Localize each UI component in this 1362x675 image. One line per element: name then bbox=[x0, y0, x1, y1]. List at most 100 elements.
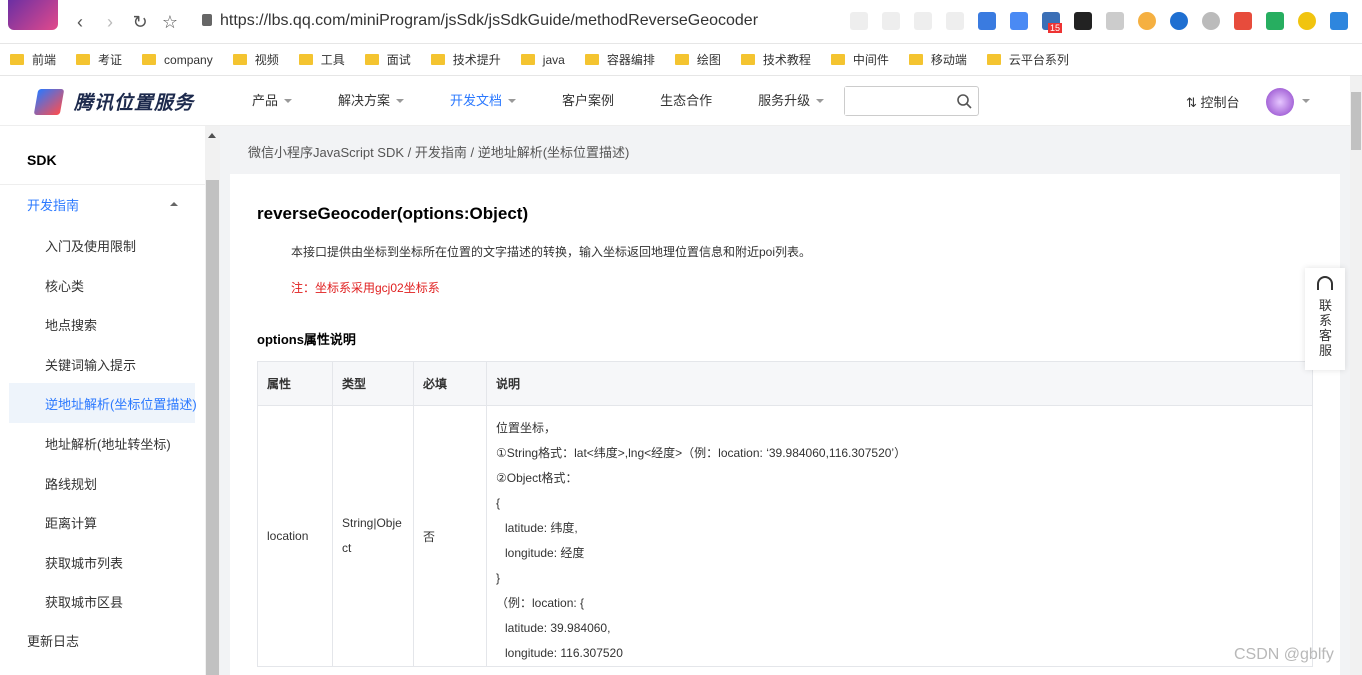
bookmark-item[interactable]: 考证 bbox=[76, 51, 122, 68]
chevron-down-icon bbox=[396, 99, 405, 103]
bookmark-item[interactable]: 工具 bbox=[298, 51, 345, 68]
sidebar-item-active[interactable]: 逆地址解析(坐标位置描述) bbox=[45, 394, 197, 413]
avatar[interactable] bbox=[1266, 88, 1294, 116]
sidebar-section-guide[interactable]: 开发指南 bbox=[27, 195, 79, 214]
bookmark-item[interactable]: 技术教程 bbox=[740, 51, 811, 68]
sidebar-item[interactable]: 地点搜索 bbox=[45, 315, 97, 334]
desc-line: （例：location: { bbox=[496, 596, 585, 610]
desc-line: { bbox=[496, 496, 501, 510]
folder-icon bbox=[298, 54, 313, 65]
chevron-up-icon[interactable] bbox=[170, 202, 178, 206]
ext-fe-icon[interactable] bbox=[1234, 12, 1252, 30]
top-nav: 产品 解决方案 开发文档 客户案例 生态合作 服务升级 bbox=[252, 76, 870, 126]
ext-google-translate-icon[interactable] bbox=[1010, 12, 1028, 30]
divider bbox=[0, 184, 205, 185]
page-scroll-thumb[interactable] bbox=[1351, 92, 1361, 150]
bookmark-item[interactable]: 绘图 bbox=[674, 51, 721, 68]
desc-line: ②Object格式： bbox=[496, 471, 578, 485]
desc-line: latitude: 39.984060, bbox=[505, 621, 611, 635]
ext-badge-icon[interactable]: 15 bbox=[1042, 12, 1063, 33]
reload-icon[interactable]: ↻ bbox=[130, 12, 150, 32]
site-logo[interactable]: 腾讯位置服务 bbox=[33, 88, 195, 115]
ext-grid-icon[interactable] bbox=[1266, 12, 1284, 30]
folder-icon bbox=[232, 54, 247, 65]
sidebar-item[interactable]: 入门及使用限制 bbox=[45, 236, 136, 255]
desc-line: ①String格式：lat<纬度>,lng<经度>（例：location: ‘3… bbox=[496, 446, 907, 460]
sidebar-item[interactable]: 核心类 bbox=[45, 276, 84, 295]
bookmark-item[interactable]: 前端 bbox=[10, 51, 56, 68]
table-header: 属性 bbox=[257, 361, 333, 406]
sidebar-section-changelog[interactable]: 更新日志 bbox=[27, 631, 79, 650]
bookmark-item[interactable]: java bbox=[520, 53, 565, 67]
folder-icon bbox=[584, 54, 599, 65]
desc-line: longitude: 116.307520 bbox=[505, 646, 623, 660]
ext-scissors-icon[interactable] bbox=[1330, 12, 1348, 30]
logo-icon bbox=[33, 88, 65, 115]
bookmark-star-icon[interactable] bbox=[914, 12, 932, 30]
desc-line: latitude: 纬度, bbox=[505, 521, 578, 535]
section-title: options属性说明 bbox=[257, 332, 356, 347]
nav-upgrade[interactable]: 服务升级 bbox=[758, 76, 825, 126]
console-link[interactable]: ⇅ 控制台 bbox=[1186, 92, 1240, 111]
sidebar-item[interactable]: 路线规划 bbox=[45, 474, 97, 493]
bookmark-item[interactable]: 中间件 bbox=[830, 51, 889, 68]
breadcrumb: 微信小程序JavaScript SDK / 开发指南 / 逆地址解析(坐标位置描… bbox=[248, 145, 630, 160]
nav-products[interactable]: 产品 bbox=[252, 76, 293, 126]
logo-text: 腾讯位置服务 bbox=[74, 93, 195, 114]
ext-smile-icon[interactable] bbox=[1202, 12, 1220, 30]
table-header: 类型 bbox=[332, 361, 414, 406]
star-icon[interactable]: ☆ bbox=[160, 12, 180, 32]
page-description: 本接口提供由坐标到坐标所在位置的文字描述的转换，输入坐标返回地理位置信息和附近p… bbox=[291, 245, 812, 259]
contact-service[interactable]: 联系客服 bbox=[1305, 268, 1345, 370]
nav-docs[interactable]: 开发文档 bbox=[450, 76, 517, 126]
bookmark-item[interactable]: 技术提升 bbox=[430, 51, 501, 68]
sidebar-item[interactable]: 地址解析(地址转坐标) bbox=[45, 434, 171, 453]
zoom-icon[interactable] bbox=[882, 12, 900, 30]
chevron-down-icon bbox=[816, 99, 825, 103]
nav-cases[interactable]: 客户案例 bbox=[562, 76, 614, 126]
folder-icon bbox=[740, 54, 755, 65]
cell-desc: 位置坐标， ①String格式：lat<纬度>,lng<经度>（例：locati… bbox=[486, 405, 1313, 667]
forward-icon[interactable]: › bbox=[100, 12, 120, 32]
back-icon[interactable]: ‹ bbox=[70, 12, 90, 32]
folder-icon bbox=[10, 54, 24, 65]
coordinate-note: 注：坐标系采用gcj02坐标系 bbox=[291, 281, 440, 295]
bookmark-item[interactable]: company bbox=[142, 53, 213, 67]
ext-dark-icon[interactable] bbox=[1074, 12, 1092, 30]
folder-icon bbox=[364, 54, 379, 65]
service-label: 联系客服 bbox=[1319, 298, 1333, 358]
tab-favicon[interactable] bbox=[8, 0, 58, 30]
ext-face-icon[interactable] bbox=[1138, 12, 1156, 30]
ext-globe-icon[interactable] bbox=[1170, 12, 1188, 30]
bookmark-item[interactable]: 视频 bbox=[232, 51, 279, 68]
sidebar-item[interactable]: 关键词输入提示 bbox=[45, 355, 136, 374]
sliders-icon: ⇅ bbox=[1186, 95, 1201, 110]
sidebar-scroll-thumb[interactable] bbox=[206, 180, 219, 675]
ext-translate-icon[interactable] bbox=[978, 12, 996, 30]
sidebar-item[interactable]: 获取城市列表 bbox=[45, 553, 123, 572]
page-scrollbar[interactable] bbox=[1350, 76, 1362, 675]
bookmark-item[interactable]: 移动端 bbox=[908, 51, 967, 68]
folder-icon bbox=[142, 54, 157, 65]
chevron-down-icon[interactable] bbox=[946, 12, 964, 30]
qr-icon[interactable] bbox=[850, 12, 868, 30]
nav-ecosystem[interactable]: 生态合作 bbox=[660, 76, 712, 126]
bookmark-item[interactable]: 云平台系列 bbox=[986, 51, 1069, 68]
headset-icon bbox=[1317, 276, 1333, 290]
ext-a-icon[interactable] bbox=[1106, 12, 1124, 30]
folder-icon bbox=[430, 54, 445, 65]
nav-solutions[interactable]: 解决方案 bbox=[338, 76, 405, 126]
bookmark-item[interactable]: 容器编排 bbox=[584, 51, 655, 68]
url-bar[interactable]: https://lbs.qq.com/miniProgram/jsSdk/jsS… bbox=[202, 12, 758, 30]
sidebar-item[interactable]: 距离计算 bbox=[45, 513, 97, 532]
chevron-down-icon[interactable] bbox=[1302, 99, 1310, 103]
site-search bbox=[844, 86, 979, 116]
table-header-row: 属性 类型 必填 说明 bbox=[257, 361, 1313, 406]
sidebar-item[interactable]: 获取城市区县 bbox=[45, 592, 123, 611]
scroll-up-icon[interactable] bbox=[208, 133, 216, 138]
search-input[interactable] bbox=[845, 87, 955, 115]
bookmark-item[interactable]: 面试 bbox=[364, 51, 411, 68]
table-row: location String|Object 否 位置坐标， ①String格式… bbox=[257, 405, 1313, 667]
search-icon[interactable] bbox=[956, 93, 972, 109]
ext-moon-icon[interactable] bbox=[1298, 12, 1316, 30]
